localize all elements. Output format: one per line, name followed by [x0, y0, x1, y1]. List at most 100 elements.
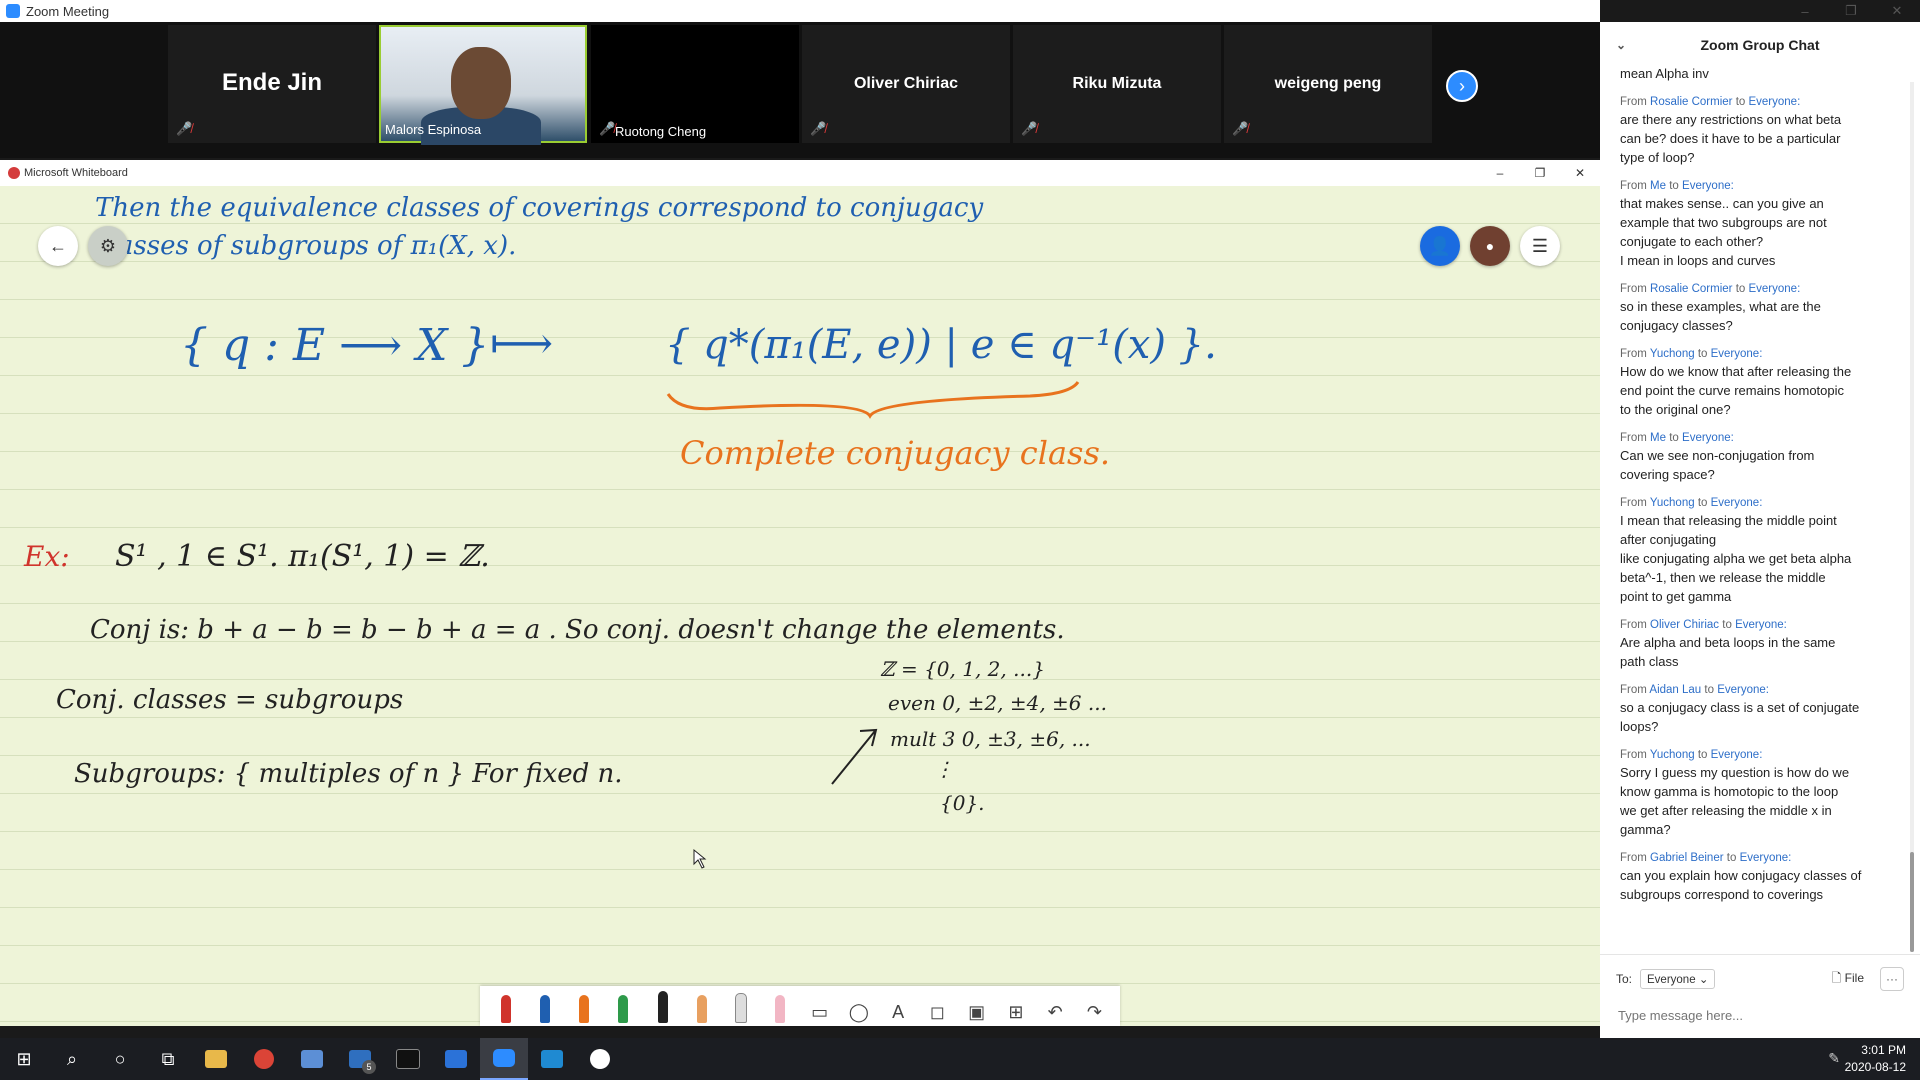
to-word: to [1669, 180, 1679, 192]
redo-button[interactable]: ↷ [1079, 989, 1109, 1023]
taskbar-whiteboard[interactable] [576, 1038, 624, 1080]
chat-sender[interactable]: Yuchong [1650, 348, 1695, 360]
chat-message-list[interactable]: mean Alpha inv From Rosalie Cormier to Ev… [1600, 64, 1900, 954]
zoom-app-icon [6, 4, 20, 18]
whiteboard-canvas[interactable]: Then the equivalence classes of covering… [0, 186, 1600, 1026]
taskbar-terminal[interactable] [384, 1038, 432, 1080]
ruler-tool[interactable]: ▭ [805, 989, 835, 1023]
pen-icon [657, 991, 668, 1023]
task-view-button[interactable]: ⧉ [144, 1038, 192, 1080]
chat-sender[interactable]: Yuchong [1650, 749, 1695, 761]
search-button[interactable]: ⌕ [48, 1038, 96, 1080]
pen-green-tool[interactable] [608, 989, 638, 1023]
image-icon: ▣ [968, 1002, 986, 1022]
from-word: From [1620, 348, 1647, 360]
undo-button[interactable]: ↶ [1040, 989, 1070, 1023]
pen-red-tool[interactable] [491, 989, 521, 1023]
minimize-icon[interactable]: – [1480, 160, 1520, 186]
search-icon: ⌕ [66, 1048, 78, 1069]
recipient-row: To: Everyone ⌄ 🗋 File ··· [1600, 955, 1920, 991]
pen-orange-tool[interactable] [569, 989, 599, 1023]
recipient-select[interactable]: Everyone ⌄ [1640, 969, 1716, 989]
mic-muted-icon: 🎤̸ [1021, 121, 1038, 136]
chat-message: From Yuchong to Everyone: Sorry I guess m… [1620, 749, 1900, 839]
chat-message: From Yuchong to Everyone: I mean that rel… [1620, 497, 1900, 606]
chat-message-text: know gamma is homotopic to the loop [1620, 784, 1839, 799]
eraser-tool[interactable] [765, 989, 795, 1023]
close-icon[interactable]: ✕ [1560, 160, 1600, 186]
taskbar-calendar[interactable] [432, 1038, 480, 1080]
chat-message-text: mean Alpha inv [1620, 66, 1709, 81]
chat-sender[interactable]: Me [1650, 180, 1666, 192]
chat-sender[interactable]: Aidan Lau [1649, 684, 1701, 696]
taskbar-store[interactable] [288, 1038, 336, 1080]
highlighter-tool[interactable] [726, 989, 756, 1023]
taskbar-zoom[interactable] [480, 1038, 528, 1080]
participant-tile[interactable]: Riku Mizuta 🎤̸ [1013, 25, 1221, 143]
menu-button[interactable]: ☰ [1520, 226, 1560, 266]
note-classes-line: Conj. classes = subgroups [56, 685, 403, 715]
chat-sender[interactable]: Yuchong [1650, 497, 1695, 509]
pencil-tool[interactable] [687, 989, 717, 1023]
avatar[interactable]: ● [1470, 226, 1510, 266]
taskbar: ⊞ ⌕ ○ ⧉ 5 ✎ 3:01 PM 2020-08-12 [0, 1038, 1920, 1080]
cortana-button[interactable]: ○ [96, 1038, 144, 1080]
start-button[interactable]: ⊞ [0, 1038, 48, 1080]
taskbar-vscode[interactable] [528, 1038, 576, 1080]
chat-sender[interactable]: Gabriel Beiner [1650, 852, 1724, 864]
taskbar-explorer[interactable] [192, 1038, 240, 1080]
clock-date: 2020-08-12 [1844, 1060, 1906, 1074]
taskbar-chrome[interactable] [240, 1038, 288, 1080]
person-icon: 👤 [1428, 235, 1452, 256]
chat-sender[interactable]: Oliver Chiriac [1650, 619, 1719, 631]
insert-tool[interactable]: ⊞ [1001, 989, 1031, 1023]
chat-message-text: point to get gamma [1620, 589, 1732, 604]
zoom-icon [493, 1049, 515, 1067]
zoom-window-title: Zoom Meeting [26, 3, 110, 19]
note-tool[interactable]: ◻ [922, 989, 952, 1023]
system-clock[interactable]: 3:01 PM 2020-08-12 [1845, 1042, 1906, 1076]
note-set-left: { q : E ⟶ X } [180, 320, 489, 371]
minimize-icon[interactable]: – [1782, 0, 1828, 22]
participant-tile-video[interactable]: Malors Espinosa [379, 25, 587, 145]
text-tool[interactable]: A [883, 989, 913, 1023]
ink-to-shape-button[interactable]: ⚙ [88, 226, 128, 266]
more-options-button[interactable]: ··· [1880, 967, 1904, 991]
participant-tile[interactable]: weigeng peng 🎤̸ [1224, 25, 1432, 143]
scrollbar-thumb[interactable] [1910, 852, 1914, 952]
from-word: From [1620, 852, 1647, 864]
chat-message-input[interactable] [1616, 1007, 1900, 1024]
invite-button[interactable]: 👤 [1420, 226, 1460, 266]
restore-icon[interactable]: ❐ [1520, 160, 1560, 186]
close-icon[interactable]: ✕ [1874, 0, 1920, 22]
chat-recipient: Everyone: [1710, 749, 1763, 761]
image-tool[interactable]: ▣ [962, 989, 992, 1023]
to-word: to [1697, 749, 1708, 761]
pen-blue-tool[interactable] [530, 989, 560, 1023]
chevron-down-icon[interactable]: ⌄ [1616, 38, 1626, 52]
lasso-tool[interactable]: ◯ [844, 989, 874, 1023]
chat-message: From Yuchong to Everyone: How do we know … [1620, 348, 1900, 419]
zoom-window-titlebar: Zoom Meeting [0, 0, 1600, 22]
chat-panel: ⌄ Zoom Group Chat mean Alpha inv From Ros… [1600, 22, 1920, 1038]
from-word: From [1620, 180, 1647, 192]
restore-icon[interactable]: ❐ [1828, 0, 1874, 22]
participant-tile[interactable]: 🎤̸ Ruotong Cheng [591, 25, 799, 143]
chat-sender[interactable]: Rosalie Cormier [1650, 283, 1732, 295]
participant-tile[interactable]: Ende Jin 🎤̸ [168, 25, 376, 143]
pen-black-tool[interactable] [648, 989, 678, 1023]
back-button[interactable]: ← [38, 226, 78, 266]
participant-tile[interactable]: Oliver Chiriac 🎤̸ [802, 25, 1010, 143]
chat-sender[interactable]: Rosalie Cormier [1650, 96, 1732, 108]
chat-composer: To: Everyone ⌄ 🗋 File ··· [1600, 954, 1920, 1039]
participant-name: Riku Mizuta [1072, 75, 1162, 92]
taskbar-mail[interactable]: 5 [336, 1038, 384, 1080]
chat-scrollbar[interactable] [1910, 82, 1914, 952]
mic-muted-icon: 🎤̸ [599, 121, 616, 136]
chat-sender[interactable]: Me [1650, 432, 1666, 444]
chat-message-text: covering space? [1620, 467, 1715, 482]
to-word: to [1735, 283, 1746, 295]
next-page-button[interactable]: › [1446, 70, 1478, 102]
tray-network-icon[interactable]: ✎ [1828, 1050, 1840, 1067]
file-button[interactable]: 🗋 File [1832, 969, 1864, 990]
